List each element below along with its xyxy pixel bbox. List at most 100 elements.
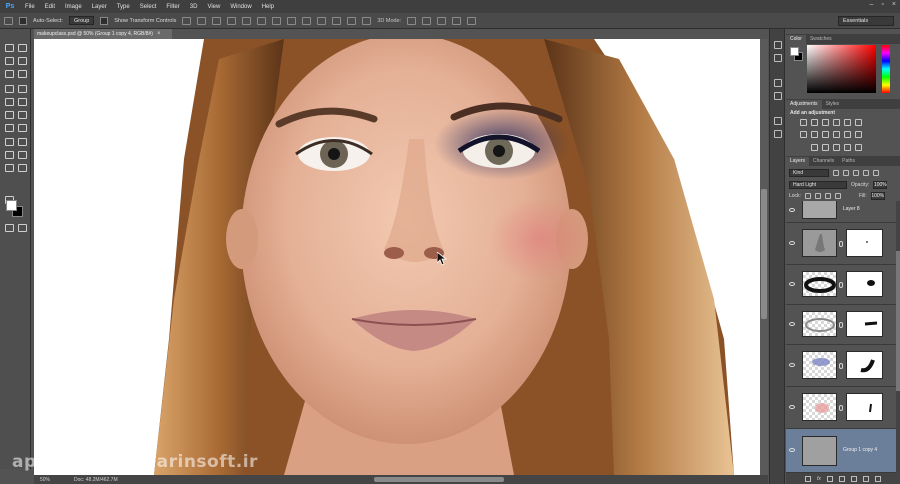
document-tab[interactable]: makeupclass.psd @ 50% (Group 1 copy 4, R… — [34, 29, 172, 39]
menu-type[interactable]: Type — [112, 4, 135, 10]
zoom-level[interactable]: 50% — [34, 477, 74, 483]
add-mask-icon[interactable] — [826, 475, 833, 482]
invert-icon[interactable] — [811, 144, 818, 151]
lasso-tool-icon[interactable] — [4, 56, 14, 65]
visibility-eye-icon[interactable] — [789, 405, 795, 409]
trash-icon[interactable] — [874, 475, 881, 482]
menu-view[interactable]: View — [202, 4, 225, 10]
shape-tool-icon[interactable] — [17, 150, 27, 159]
visibility-eye-icon[interactable] — [789, 363, 795, 367]
menu-window[interactable]: Window — [225, 4, 256, 10]
paragraph-panel-icon[interactable] — [774, 130, 782, 138]
color-balance-icon[interactable] — [811, 131, 818, 138]
visibility-eye-icon[interactable] — [789, 241, 795, 245]
auto-align-icon[interactable] — [362, 16, 372, 25]
workspace-switcher[interactable]: Essentials — [838, 16, 894, 26]
marquee-tool-icon[interactable] — [17, 43, 27, 52]
blend-mode-dropdown[interactable]: Hard Light — [789, 180, 847, 189]
filter-adjustment-icon[interactable] — [843, 169, 849, 176]
tab-adjustments[interactable]: Adjustments — [786, 100, 822, 109]
hand-tool-icon[interactable] — [4, 163, 14, 172]
document-canvas[interactable] — [34, 39, 760, 475]
layer-mask-thumbnail[interactable] — [846, 271, 883, 297]
3d-scale-icon[interactable] — [467, 16, 477, 25]
close-button[interactable]: × — [892, 1, 896, 8]
exposure-icon[interactable] — [833, 119, 840, 126]
type-tool-icon[interactable] — [17, 137, 27, 146]
black-white-icon[interactable] — [822, 131, 829, 138]
lock-all-icon[interactable] — [834, 192, 841, 199]
actions-panel-icon[interactable] — [774, 54, 782, 62]
layer-row-selected[interactable]: Group 1 copy 4 — [786, 429, 896, 473]
layer-row[interactable] — [786, 387, 896, 429]
align-horizontal-center-icon[interactable] — [242, 16, 252, 25]
brightness-contrast-icon[interactable] — [800, 119, 807, 126]
mask-link-icon[interactable] — [839, 363, 843, 369]
quick-select-tool-icon[interactable] — [17, 56, 27, 65]
close-tab-icon[interactable]: × — [157, 31, 161, 37]
distribute-left-icon[interactable] — [317, 16, 327, 25]
healing-brush-tool-icon[interactable] — [4, 84, 14, 93]
gradient-tool-icon[interactable] — [17, 110, 27, 119]
align-left-icon[interactable] — [227, 16, 237, 25]
3d-pan-icon[interactable] — [437, 16, 447, 25]
visibility-eye-icon[interactable] — [789, 282, 795, 286]
layer-mask-thumbnail[interactable] — [846, 393, 883, 421]
lock-transparent-icon[interactable] — [804, 192, 811, 199]
quick-mask-icon[interactable] — [4, 223, 14, 232]
layer-row[interactable] — [786, 223, 896, 265]
menu-filter[interactable]: Filter — [161, 4, 184, 10]
threshold-icon[interactable] — [833, 144, 840, 151]
distribute-right-icon[interactable] — [347, 16, 357, 25]
auto-select-target-dropdown[interactable]: Group — [68, 16, 95, 25]
filter-type-icon[interactable] — [853, 169, 859, 176]
align-right-icon[interactable] — [257, 16, 267, 25]
move-tool-icon[interactable] — [4, 43, 14, 52]
tab-channels[interactable]: Channels — [809, 157, 838, 166]
layer-style-button[interactable]: fx — [817, 476, 821, 482]
clone-stamp-tool-icon[interactable] — [4, 97, 14, 106]
link-layers-icon[interactable] — [805, 475, 812, 482]
move-tool-preset-icon[interactable] — [4, 16, 13, 25]
distribute-bottom-icon[interactable] — [302, 16, 312, 25]
history-panel-icon[interactable] — [774, 41, 782, 49]
menu-3d[interactable]: 3D — [185, 4, 203, 10]
clone-source-panel-icon[interactable] — [774, 92, 782, 100]
tab-layers[interactable]: Layers — [786, 157, 810, 166]
opacity-input[interactable]: 100% — [873, 180, 888, 189]
menu-help[interactable]: Help — [257, 4, 279, 10]
menu-select[interactable]: Select — [135, 4, 162, 10]
filter-shape-icon[interactable] — [863, 169, 869, 176]
layer-mask-thumbnail[interactable] — [846, 351, 883, 379]
blur-tool-icon[interactable] — [4, 123, 14, 132]
dodge-tool-icon[interactable] — [17, 123, 27, 132]
layer-row[interactable] — [786, 305, 896, 345]
history-brush-tool-icon[interactable] — [17, 97, 27, 106]
lock-image-icon[interactable] — [814, 192, 821, 199]
filter-kind-dropdown[interactable]: Kind — [789, 168, 829, 177]
hue-saturation-icon[interactable] — [800, 131, 807, 138]
brush-panel-icon[interactable] — [774, 79, 782, 87]
tab-swatches[interactable]: Swatches — [806, 35, 836, 44]
horizontal-scroll-thumb[interactable] — [374, 477, 504, 482]
distribute-top-icon[interactable] — [272, 16, 282, 25]
screen-mode-icon[interactable] — [17, 223, 27, 232]
crop-tool-icon[interactable] — [4, 69, 14, 78]
selective-color-icon[interactable] — [844, 144, 851, 151]
3d-rotate-icon[interactable] — [407, 16, 417, 25]
minimize-button[interactable]: – — [870, 1, 874, 8]
layer-mask-thumbnail[interactable] — [846, 311, 883, 337]
foreground-color-swatch[interactable] — [6, 200, 17, 211]
filter-smart-object-icon[interactable] — [873, 169, 879, 176]
vibrance-icon[interactable] — [844, 119, 851, 126]
path-selection-tool-icon[interactable] — [4, 150, 14, 159]
align-bottom-icon[interactable] — [212, 16, 222, 25]
3d-slide-icon[interactable] — [452, 16, 462, 25]
visibility-eye-icon[interactable] — [789, 208, 795, 212]
auto-select-checkbox[interactable] — [19, 16, 27, 25]
layer-mask-thumbnail[interactable] — [846, 229, 883, 257]
tab-styles[interactable]: Styles — [822, 100, 844, 109]
pen-tool-icon[interactable] — [4, 137, 14, 146]
maximize-button[interactable]: ▫ — [881, 1, 883, 8]
hue-slider[interactable] — [882, 45, 890, 93]
